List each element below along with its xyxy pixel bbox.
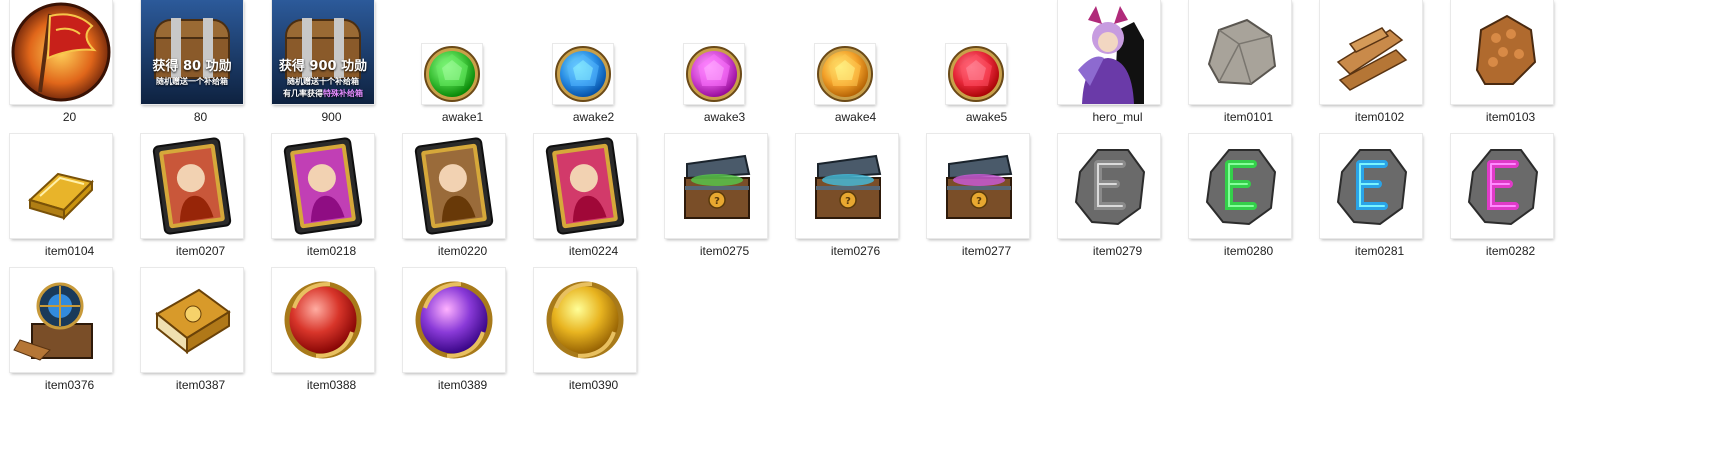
file-name-label: item0104 <box>44 244 95 258</box>
file-name-label: item0281 <box>1354 244 1405 258</box>
file-item[interactable]: awake4 <box>790 0 921 135</box>
file-item[interactable]: awake3 <box>659 0 790 135</box>
green-gem-icon <box>422 44 482 104</box>
hero-card-icon <box>534 134 636 238</box>
purple-orb-icon <box>403 268 505 372</box>
file-item[interactable]: hero_mul <box>1052 0 1183 135</box>
file-name-label: awake2 <box>572 110 615 124</box>
file-item[interactable]: item0390 <box>528 268 659 403</box>
red-gem-icon <box>946 44 1006 104</box>
rune-stone-icon <box>1451 134 1553 238</box>
stone-icon <box>1189 0 1291 104</box>
banner-headline: 获得 900 功勋 <box>278 59 368 74</box>
file-item[interactable]: item0376 <box>4 268 135 403</box>
svg-text:?: ? <box>714 196 720 207</box>
file-name-label: item0101 <box>1223 110 1274 124</box>
banner-subtext: 随机赠送十个补给箱 <box>287 77 359 86</box>
file-item[interactable]: item0387 <box>135 268 266 403</box>
file-name-label: item0388 <box>306 378 357 392</box>
open-chest-icon: ? <box>927 134 1029 238</box>
file-name-label: item0207 <box>175 244 226 258</box>
file-name-label: hero_mul <box>1092 110 1143 124</box>
file-name-label: item0279 <box>1092 244 1143 258</box>
file-name-label: item0218 <box>306 244 357 258</box>
hero-card-icon <box>403 134 505 238</box>
file-name-label: item0275 <box>699 244 750 258</box>
red-orb-icon <box>272 268 374 372</box>
file-item[interactable]: item0388 <box>266 268 397 403</box>
file-item[interactable]: item0207 <box>135 134 266 269</box>
file-name-label: 20 <box>62 110 77 124</box>
file-item[interactable]: ? item0277 <box>921 134 1052 269</box>
orange-gem-icon <box>815 44 875 104</box>
svg-text:?: ? <box>976 196 982 207</box>
gold-orb-icon <box>534 268 636 372</box>
gold-bar-icon <box>10 134 112 238</box>
file-name-label: item0103 <box>1485 110 1536 124</box>
file-name-label: awake5 <box>965 110 1008 124</box>
treasure-chest-banner-icon: 获得 900 功勋随机赠送十个补给箱 有几率获得特殊补给箱 <box>272 0 374 104</box>
file-name-label: item0376 <box>44 378 95 392</box>
rune-stone-icon <box>1320 134 1422 238</box>
file-grid: 20 获得 80 功勋随机赠送一个补给箱 80 获得 900 功勋随机赠送十个补给… <box>0 0 1725 473</box>
file-item[interactable]: item0104 <box>4 134 135 269</box>
file-item[interactable]: item0389 <box>397 268 528 403</box>
treasure-chest-banner-icon: 获得 80 功勋随机赠送一个补给箱 <box>141 0 243 104</box>
file-item[interactable]: item0103 <box>1445 0 1576 135</box>
rune-stone-icon <box>1058 134 1160 238</box>
banner-subtext-2: 有几率获得特殊补给箱 <box>283 89 363 98</box>
file-item[interactable]: awake2 <box>528 0 659 135</box>
wood-planks-icon <box>1320 0 1422 104</box>
ore-icon <box>1451 0 1553 104</box>
file-item[interactable]: item0224 <box>528 134 659 269</box>
file-item[interactable]: awake5 <box>921 0 1052 135</box>
file-item[interactable]: item0102 <box>1314 0 1445 135</box>
hero-character-icon <box>1058 0 1160 104</box>
file-name-label: item0224 <box>568 244 619 258</box>
book-icon <box>141 268 243 372</box>
file-item[interactable]: 获得 80 功勋随机赠送一个补给箱 80 <box>135 0 266 135</box>
file-name-label: awake1 <box>441 110 484 124</box>
svg-text:?: ? <box>845 196 851 207</box>
file-name-label: 900 <box>321 110 342 124</box>
file-name-label: item0277 <box>961 244 1012 258</box>
open-chest-icon: ? <box>796 134 898 238</box>
file-item[interactable]: 获得 900 功勋随机赠送十个补给箱 有几率获得特殊补给箱 900 <box>266 0 397 135</box>
hero-card-icon <box>141 134 243 238</box>
file-name-label: item0280 <box>1223 244 1274 258</box>
rune-stone-icon <box>1189 134 1291 238</box>
banner-subtext: 随机赠送一个补给箱 <box>156 77 228 86</box>
file-name-label: item0387 <box>175 378 226 392</box>
file-name-label: item0282 <box>1485 244 1536 258</box>
file-item[interactable]: item0282 <box>1445 134 1576 269</box>
file-name-label: awake4 <box>834 110 877 124</box>
file-item[interactable]: awake1 <box>397 0 528 135</box>
war-flag-icon <box>10 0 112 104</box>
file-name-label: item0390 <box>568 378 619 392</box>
file-item[interactable]: ? item0276 <box>790 134 921 269</box>
banner-headline: 获得 80 功勋 <box>152 59 232 74</box>
file-name-label: item0102 <box>1354 110 1405 124</box>
crystal-chest-icon <box>10 268 112 372</box>
file-name-label: item0389 <box>437 378 488 392</box>
file-item[interactable]: item0218 <box>266 134 397 269</box>
file-item[interactable]: item0281 <box>1314 134 1445 269</box>
file-item[interactable]: ? item0275 <box>659 134 790 269</box>
blue-gem-icon <box>553 44 613 104</box>
file-item[interactable]: item0280 <box>1183 134 1314 269</box>
file-item[interactable]: item0101 <box>1183 0 1314 135</box>
hero-card-icon <box>272 134 374 238</box>
file-item[interactable]: item0279 <box>1052 134 1183 269</box>
file-name-label: item0220 <box>437 244 488 258</box>
file-name-label: 80 <box>193 110 208 124</box>
file-name-label: item0276 <box>830 244 881 258</box>
open-chest-icon: ? <box>665 134 767 238</box>
file-name-label: awake3 <box>703 110 746 124</box>
magenta-gem-icon <box>684 44 744 104</box>
file-item[interactable]: 20 <box>4 0 135 135</box>
file-item[interactable]: item0220 <box>397 134 528 269</box>
